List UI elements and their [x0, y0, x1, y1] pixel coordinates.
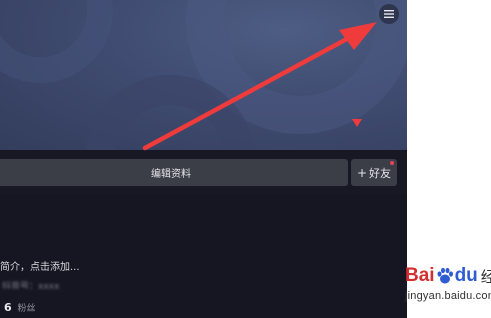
hamburger-menu-icon [384, 10, 394, 18]
follower-label: 粉丝 [17, 304, 36, 314]
logo-suffix: 经验 [480, 268, 491, 286]
add-friend-button[interactable]: + 好友 [351, 159, 397, 186]
profile-action-row: 编辑资料 + 好友 [0, 150, 407, 194]
logo-bai: Bai [405, 265, 435, 286]
profile-screen: 编辑资料 + 好友 简介，点击添加... 抖音号：xxxxxxx 6 粉丝 [0, 0, 407, 318]
red-triangle-icon [352, 119, 362, 127]
notification-dot [390, 161, 394, 165]
banner-pattern [0, 0, 407, 150]
edit-profile-button[interactable]: 编辑资料 [0, 159, 348, 186]
menu-button[interactable] [379, 4, 399, 24]
add-friend-label: 好友 [369, 166, 392, 180]
baidu-logo: Bai du 经验 [405, 265, 491, 287]
blurred-account-info: 抖音号：xxxxxxx [2, 282, 60, 289]
follower-stats[interactable]: 6 粉丝 [4, 301, 36, 314]
follower-count: 6 [4, 301, 12, 314]
paw-icon [437, 267, 453, 284]
logo-du: du [454, 265, 478, 286]
bio-prompt[interactable]: 简介，点击添加... [0, 258, 80, 273]
watermark-url: jingyan.baidu.com [405, 290, 491, 302]
profile-banner[interactable] [0, 0, 407, 150]
plus-icon: + [356, 165, 368, 180]
baidu-jingyan-watermark: Bai du 经验 jingyan.baidu.com [405, 263, 491, 315]
edit-profile-label: 编辑资料 [151, 169, 191, 180]
